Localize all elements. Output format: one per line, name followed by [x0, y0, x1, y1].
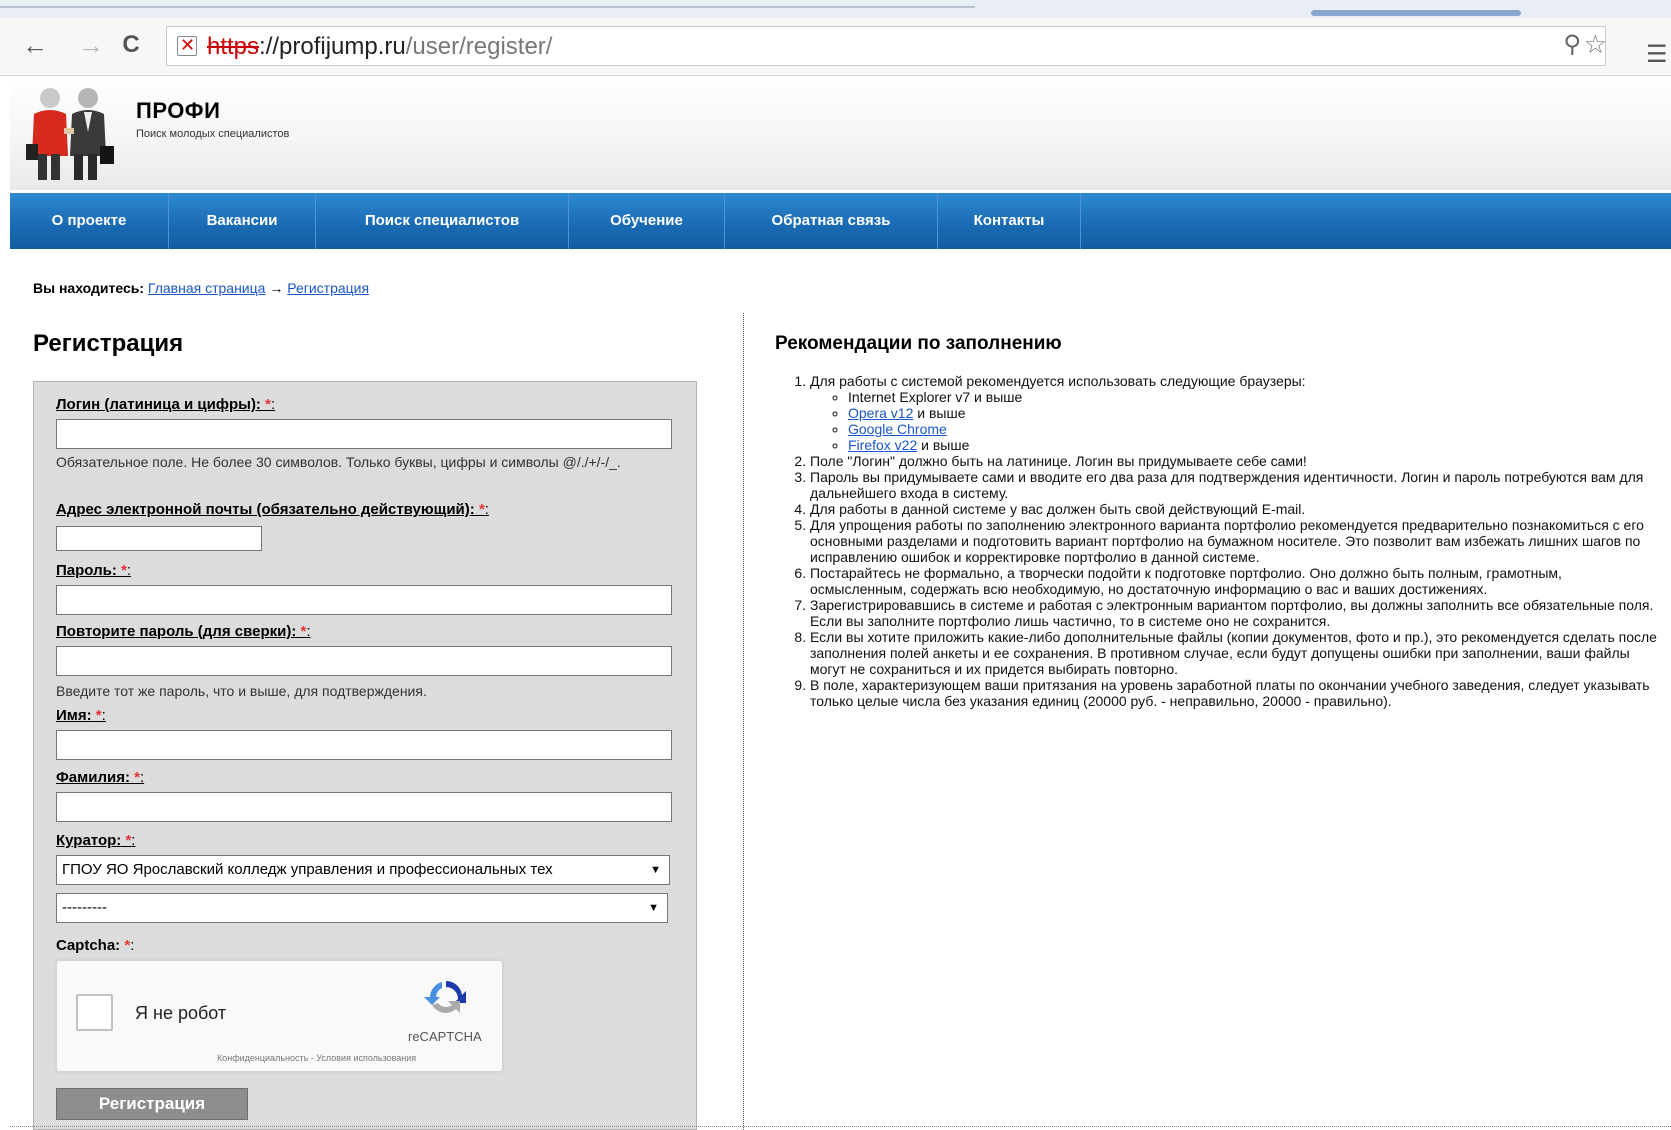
list-item: Поле "Логин" должно быть на латинице. Ло…: [810, 453, 1658, 469]
list-item: Opera v12 и выше: [848, 405, 1658, 421]
list-item: Постарайтесь не формально, а творчески п…: [810, 565, 1658, 597]
nav-item-feedback[interactable]: Обратная связь: [725, 193, 938, 249]
captcha-links[interactable]: Конфиденциальность - Условия использован…: [217, 1053, 416, 1063]
password-input[interactable]: [56, 585, 672, 615]
list-item: Для упрощения работы по заполнению элект…: [810, 517, 1658, 565]
curator-label-text: Куратор:: [56, 832, 122, 849]
list-item: Пароль вы придумываете сами и вводите ег…: [810, 469, 1658, 501]
opera-suffix: и выше: [913, 405, 966, 421]
registration-form: Логин (латиница и цифры): *: Обязательно…: [33, 381, 697, 1130]
site-header: ПРОФИ Поиск молодых специалистов: [10, 76, 1671, 190]
first-name-label: Имя: *:: [56, 707, 106, 724]
captcha-brand: reCAPTCHA: [408, 1029, 482, 1044]
nav-item-specialists[interactable]: Поиск специалистов: [316, 193, 569, 249]
last-name-label-text: Фамилия:: [56, 769, 130, 786]
nav-item-vacancies[interactable]: Вакансии: [169, 193, 316, 249]
list-item: Для работы в данной системе у вас должен…: [810, 501, 1658, 517]
page-title: Регистрация: [33, 330, 184, 357]
list-item: Если вы хотите приложить какие-либо допо…: [810, 629, 1658, 677]
browser-ie: Internet Explorer v7 и выше: [848, 389, 1023, 405]
email-label: Адрес электронной почты (обязательно дей…: [56, 501, 489, 518]
breadcrumb-separator: →: [269, 280, 284, 296]
browser-toolbar: ← → C https://profijump.ru/user/register…: [0, 18, 1671, 76]
recaptcha-logo-icon: [424, 980, 466, 1014]
browser-list: Internet Explorer v7 и выше Opera v12 и …: [810, 389, 1658, 453]
address-bar[interactable]: https://profijump.ru/user/register/ ⚲ ☆: [166, 26, 1607, 66]
secondary-select-value: ---------: [62, 899, 107, 916]
url-path: /user/register/: [405, 33, 553, 60]
chrome-link[interactable]: Google Chrome: [848, 421, 947, 437]
firefox-link[interactable]: Firefox v22: [848, 437, 917, 453]
menu-icon[interactable]: ☰: [1646, 40, 1668, 69]
site-title[interactable]: ПРОФИ: [136, 98, 220, 124]
login-help: Обязательное поле. Не более 30 символов.…: [56, 454, 621, 470]
site-subtitle: Поиск молодых специалистов: [136, 128, 290, 140]
bookmark-star-icon[interactable]: ☆: [1584, 29, 1607, 60]
password-confirm-input[interactable]: [56, 646, 672, 676]
captcha-label-text: Captcha:: [56, 937, 121, 954]
list-item: Internet Explorer v7 и выше: [848, 389, 1658, 405]
list-item: Firefox v22 и выше: [848, 437, 1658, 453]
zoom-icon[interactable]: ⚲: [1563, 30, 1581, 59]
dropdown-arrow-icon: ▼: [650, 864, 661, 876]
first-name-label-text: Имя:: [56, 707, 92, 724]
browser-tab[interactable]: [0, 6, 660, 18]
url-text[interactable]: https://profijump.ru/user/register/: [207, 32, 552, 62]
logo-businessmen-icon[interactable]: [26, 84, 116, 184]
dropdown-arrow-icon: ▼: [648, 902, 659, 914]
recommendations-title: Рекомендации по заполнению: [775, 333, 1062, 354]
login-label-text: Логин (латиница и цифры):: [56, 396, 261, 413]
browser-tabstrip: [0, 0, 1671, 18]
captcha-label: Captcha: *:: [56, 937, 135, 954]
browser-tab[interactable]: [660, 6, 975, 18]
email-input[interactable]: [56, 526, 262, 551]
opera-link[interactable]: Opera v12: [848, 405, 913, 421]
register-button[interactable]: Регистрация: [56, 1088, 248, 1120]
firefox-suffix: и выше: [917, 437, 970, 453]
breadcrumb-current-link[interactable]: Регистрация: [287, 280, 369, 296]
captcha-text: Я не робот: [135, 1003, 227, 1023]
back-icon[interactable]: ←: [20, 30, 50, 60]
login-label: Логин (латиница и цифры): *:: [56, 396, 276, 413]
last-name-input[interactable]: [56, 792, 672, 822]
secondary-select[interactable]: --------- ▼: [56, 893, 668, 923]
url-host: ://profijump.ru: [259, 33, 406, 60]
recommendations-list: Для работы с системой рекомендуется испо…: [778, 373, 1658, 709]
curator-select[interactable]: ГПОУ ЯО Ярославский колледж управления и…: [56, 855, 670, 885]
last-name-label: Фамилия: *:: [56, 769, 145, 786]
list-item: Google Chrome: [848, 421, 1658, 437]
list-item: В поле, характеризующем ваши притязания …: [810, 677, 1658, 709]
password-label-text: Пароль:: [56, 562, 117, 579]
captcha-checkbox[interactable]: [76, 994, 113, 1031]
nav-item-training[interactable]: Обучение: [569, 193, 725, 249]
bottom-divider: [10, 1126, 1671, 1127]
url-scheme: https: [207, 33, 260, 60]
breadcrumb-prefix: Вы находитесь:: [33, 280, 145, 296]
login-input[interactable]: [56, 419, 672, 449]
password-confirm-label-text: Повторите пароль (для сверки):: [56, 623, 297, 640]
browser-tab-active[interactable]: [1311, 10, 1521, 16]
list-item: Зарегистрировавшись в системе и работая …: [810, 597, 1658, 629]
breadcrumb-home-link[interactable]: Главная страница: [148, 280, 266, 296]
reload-icon[interactable]: C: [116, 30, 146, 60]
curator-label: Куратор: *:: [56, 832, 136, 849]
forward-icon[interactable]: →: [76, 30, 106, 60]
first-name-input[interactable]: [56, 730, 672, 760]
password-confirm-label: Повторите пароль (для сверки): *:: [56, 623, 311, 640]
rec-text: Для работы с системой рекомендуется испо…: [810, 373, 1306, 389]
curator-select-value: ГПОУ ЯО Ярославский колледж управления и…: [62, 861, 553, 878]
nav-item-contacts[interactable]: Контакты: [938, 193, 1081, 249]
password-confirm-help: Введите тот же пароль, что и выше, для п…: [56, 683, 427, 699]
nav-item-about[interactable]: О проекте: [10, 193, 169, 249]
column-divider: [743, 313, 744, 1130]
email-label-text: Адрес электронной почты (обязательно дей…: [56, 501, 475, 518]
main-nav: О проекте Вакансии Поиск специалистов Об…: [10, 193, 1671, 249]
recaptcha-widget: Я не робот reCAPTCHA Конфиденциальность …: [56, 960, 503, 1072]
breadcrumb: Вы находитесь: Главная страница → Регист…: [33, 280, 369, 296]
password-label: Пароль: *:: [56, 562, 132, 579]
list-item: Для работы с системой рекомендуется испо…: [810, 373, 1658, 453]
insecure-lock-icon[interactable]: [177, 35, 197, 56]
